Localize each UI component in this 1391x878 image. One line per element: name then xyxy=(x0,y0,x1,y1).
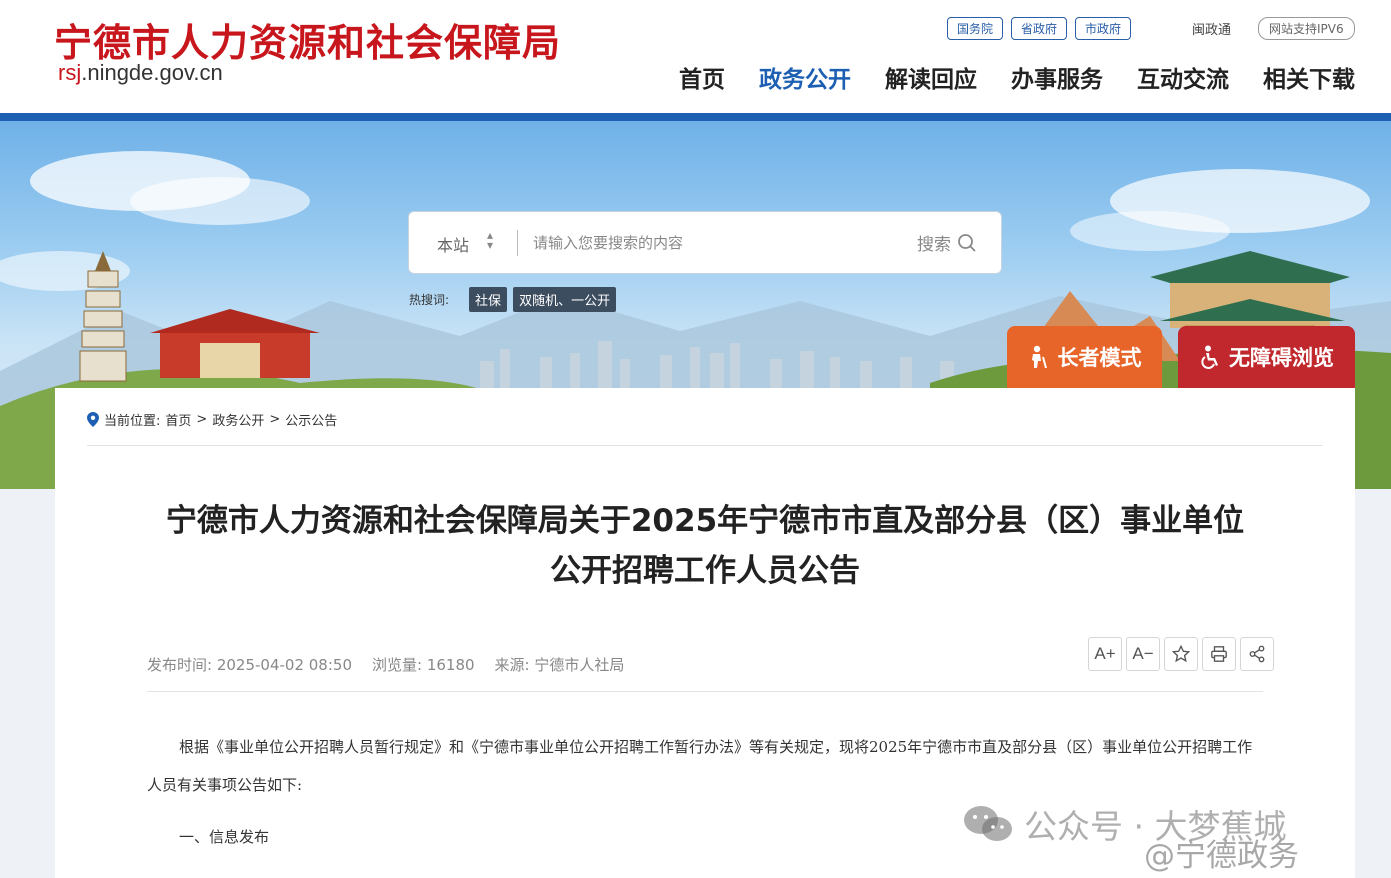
nav-item-interaction[interactable]: 互动交流 xyxy=(1137,60,1229,94)
search-button[interactable]: 搜索 xyxy=(917,230,977,255)
breadcrumb-prefix: 当前位置: xyxy=(104,414,161,429)
search-input[interactable] xyxy=(533,230,893,256)
accessible-browse-button[interactable]: 无障碍浏览 xyxy=(1178,326,1355,388)
breadcrumb: 当前位置: 首页 > 政务公开 > 公示公告 xyxy=(87,410,337,429)
weibo-watermark: @宁德政务 xyxy=(1144,838,1299,874)
article-title-line1: 宁德市人力资源和社会保障局关于2025年宁德市市直及部分县（区）事业单位 xyxy=(165,503,1245,539)
nav-item-downloads[interactable]: 相关下载 xyxy=(1263,60,1355,94)
article-title: 宁德市人力资源和社会保障局关于2025年宁德市市直及部分县（区）事业单位 公开招… xyxy=(135,496,1275,596)
meta-divider xyxy=(147,691,1263,692)
article-tools: A+ A− xyxy=(1088,637,1274,671)
top-links: 国务院 省政府 市政府 xyxy=(947,17,1132,40)
breadcrumb-announcements[interactable]: 公示公告 xyxy=(285,410,337,429)
search-box: 本站 ▴▾ 搜索 xyxy=(408,211,1002,274)
hot-search-words: 热搜词: 社保 双随机、一公开 xyxy=(409,287,617,312)
article-source: 来源: 宁德市人社局 xyxy=(494,656,625,674)
breadcrumb-separator: > xyxy=(196,412,208,427)
search-divider xyxy=(517,230,518,256)
search-icon xyxy=(958,233,976,252)
search-button-label: 搜索 xyxy=(917,235,951,255)
section-heading: 一、信息发布 xyxy=(179,828,270,846)
hot-tag-shebao[interactable]: 社保 xyxy=(469,287,508,312)
elder-mode-button[interactable]: 长者模式 xyxy=(1007,326,1162,388)
star-icon xyxy=(1172,645,1190,663)
site-url-domain: .ningde.gov.cn xyxy=(81,60,223,85)
search-scope-select[interactable]: 本站 xyxy=(437,232,469,256)
top-link-city[interactable]: 市政府 xyxy=(1075,17,1132,40)
ipv6-badge: 网站支持IPV6 xyxy=(1258,17,1355,40)
site-header: 宁德市人力资源和社会保障局 rsj.ningde.gov.cn 国务院 省政府 … xyxy=(0,0,1391,113)
nav-item-gov-affairs[interactable]: 政务公开 xyxy=(759,60,851,94)
elder-person-icon xyxy=(1031,345,1047,369)
minzhengtong-link[interactable]: 闽政通 xyxy=(1192,19,1231,38)
view-count: 浏览量: 16180 xyxy=(372,656,475,674)
nav-item-home[interactable]: 首页 xyxy=(679,60,725,94)
article-title-line2: 公开招聘工作人员公告 xyxy=(550,553,860,589)
hot-tag-shuangsuiji[interactable]: 双随机、一公开 xyxy=(513,287,617,312)
site-url-prefix: rsj xyxy=(58,60,82,85)
font-decrease-button[interactable]: A− xyxy=(1126,637,1160,671)
site-logo-name[interactable]: 宁德市人力资源和社会保障局 xyxy=(54,12,561,67)
header-accent-bar xyxy=(0,113,1391,121)
wheelchair-icon xyxy=(1201,345,1218,369)
main-nav: 首页 政务公开 解读回应 办事服务 互动交流 相关下载 xyxy=(679,60,1355,94)
share-button[interactable] xyxy=(1240,637,1274,671)
article-meta: 发布时间: 2025-04-02 08:50 浏览量: 16180 来源: 宁德… xyxy=(147,654,624,675)
nav-item-services[interactable]: 办事服务 xyxy=(1011,60,1103,94)
breadcrumb-home[interactable]: 首页 xyxy=(165,410,191,429)
hot-search-label: 热搜词: xyxy=(409,293,450,307)
publish-time: 发布时间: 2025-04-02 08:50 xyxy=(147,656,352,674)
wechat-icon xyxy=(964,806,1012,841)
accessible-browse-label: 无障碍浏览 xyxy=(1229,346,1334,370)
elder-mode-label: 长者模式 xyxy=(1057,346,1142,370)
site-logo-url[interactable]: rsj.ningde.gov.cn xyxy=(58,60,223,86)
nav-item-interpretation[interactable]: 解读回应 xyxy=(885,60,977,94)
scope-sort-icon[interactable]: ▴ ▾ xyxy=(487,229,493,251)
breadcrumb-gov-affairs[interactable]: 政务公开 xyxy=(212,410,264,429)
favorite-button[interactable] xyxy=(1164,637,1198,671)
top-link-guowuyuan[interactable]: 国务院 xyxy=(947,17,1004,40)
location-pin-icon xyxy=(87,412,99,427)
top-link-province[interactable]: 省政府 xyxy=(1011,17,1068,40)
printer-icon xyxy=(1211,646,1227,662)
article-paragraph: 根据《事业单位公开招聘人员暂行规定》和《宁德市事业单位公开招聘工作暂行办法》等有… xyxy=(147,738,1253,794)
breadcrumb-divider xyxy=(87,445,1323,446)
print-button[interactable] xyxy=(1202,637,1236,671)
share-icon xyxy=(1249,645,1265,663)
breadcrumb-separator: > xyxy=(269,412,281,427)
font-increase-button[interactable]: A+ xyxy=(1088,637,1122,671)
